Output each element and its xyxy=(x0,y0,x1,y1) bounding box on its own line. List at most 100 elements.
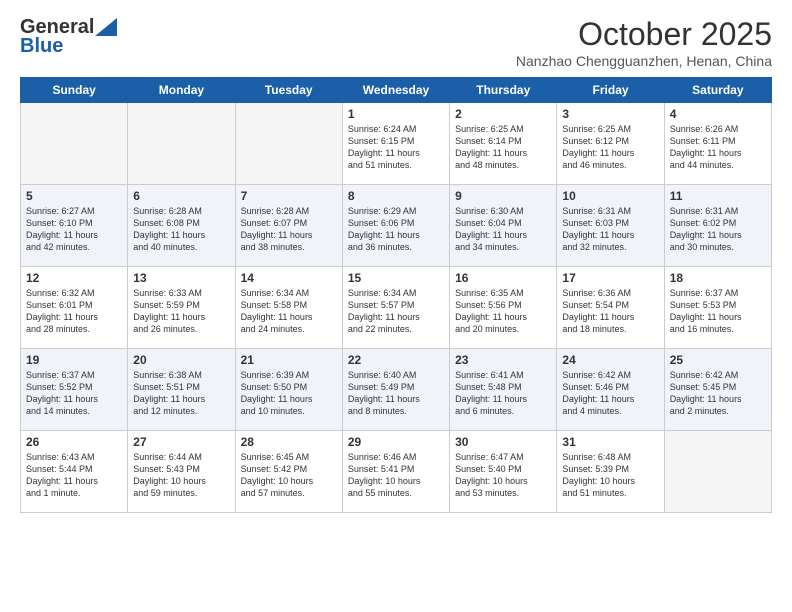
calendar-cell: 13 Sunrise: 6:33 AM Sunset: 5:59 PM Dayli… xyxy=(128,267,235,349)
day-number: 5 xyxy=(26,189,122,203)
calendar-cell: 3 Sunrise: 6:25 AM Sunset: 6:12 PM Daylig… xyxy=(557,103,664,185)
calendar-cell: 14 Sunrise: 6:34 AM Sunset: 5:58 PM Dayli… xyxy=(235,267,342,349)
weekday-thursday: Thursday xyxy=(450,78,557,103)
calendar-cell: 11 Sunrise: 6:31 AM Sunset: 6:02 PM Dayli… xyxy=(664,185,771,267)
calendar-cell: 23 Sunrise: 6:41 AM Sunset: 5:48 PM Dayli… xyxy=(450,349,557,431)
day-number: 17 xyxy=(562,271,658,285)
cell-content: Sunrise: 6:43 AM Sunset: 5:44 PM Dayligh… xyxy=(26,451,122,500)
day-number: 31 xyxy=(562,435,658,449)
weekday-sunday: Sunday xyxy=(21,78,128,103)
day-number: 4 xyxy=(670,107,766,121)
calendar-cell: 21Sunrise: 6:39 AM Sunset: 5:50 PM Dayli… xyxy=(235,349,342,431)
calendar-cell: 28Sunrise: 6:45 AM Sunset: 5:42 PM Dayli… xyxy=(235,431,342,513)
cell-content: Sunrise: 6:25 AM Sunset: 6:14 PM Dayligh… xyxy=(455,123,551,172)
weekday-friday: Friday xyxy=(557,78,664,103)
day-number: 14 xyxy=(241,271,337,285)
cell-content: Sunrise: 6:37 AM Sunset: 5:53 PM Dayligh… xyxy=(670,287,766,336)
day-number: 24 xyxy=(562,353,658,367)
cell-content: Sunrise: 6:30 AM Sunset: 6:04 PM Dayligh… xyxy=(455,205,551,254)
logo-icon xyxy=(95,18,117,36)
cell-content: Sunrise: 6:42 AM Sunset: 5:46 PM Dayligh… xyxy=(562,369,658,418)
calendar-cell: 10Sunrise: 6:31 AM Sunset: 6:03 PM Dayli… xyxy=(557,185,664,267)
day-number: 23 xyxy=(455,353,551,367)
calendar-cell: 19Sunrise: 6:37 AM Sunset: 5:52 PM Dayli… xyxy=(21,349,128,431)
day-number: 3 xyxy=(562,107,658,121)
day-number: 18 xyxy=(670,271,766,285)
day-number: 16 xyxy=(455,271,551,285)
calendar-cell: 31 Sunrise: 6:48 AM Sunset: 5:39 PM Dayli… xyxy=(557,431,664,513)
cell-content: Sunrise: 6:41 AM Sunset: 5:48 PM Dayligh… xyxy=(455,369,551,418)
day-number: 13 xyxy=(133,271,229,285)
calendar-cell: 7 Sunrise: 6:28 AM Sunset: 6:07 PM Daylig… xyxy=(235,185,342,267)
day-number: 11 xyxy=(670,189,766,203)
cell-content: Sunrise: 6:48 AM Sunset: 5:39 PM Dayligh… xyxy=(562,451,658,500)
calendar-week-row: 19Sunrise: 6:37 AM Sunset: 5:52 PM Dayli… xyxy=(21,349,772,431)
calendar-cell: 20Sunrise: 6:38 AM Sunset: 5:51 PM Dayli… xyxy=(128,349,235,431)
cell-content: Sunrise: 6:31 AM Sunset: 6:02 PM Dayligh… xyxy=(670,205,766,254)
calendar-week-row: 26 Sunrise: 6:43 AM Sunset: 5:44 PM Dayli… xyxy=(21,431,772,513)
cell-content: Sunrise: 6:35 AM Sunset: 5:56 PM Dayligh… xyxy=(455,287,551,336)
cell-content: Sunrise: 6:33 AM Sunset: 5:59 PM Dayligh… xyxy=(133,287,229,336)
weekday-monday: Monday xyxy=(128,78,235,103)
cell-content: Sunrise: 6:25 AM Sunset: 6:12 PM Dayligh… xyxy=(562,123,658,172)
cell-content: Sunrise: 6:42 AM Sunset: 5:45 PM Dayligh… xyxy=(670,369,766,418)
calendar-cell: 18 Sunrise: 6:37 AM Sunset: 5:53 PM Dayli… xyxy=(664,267,771,349)
cell-content: Sunrise: 6:29 AM Sunset: 6:06 PM Dayligh… xyxy=(348,205,444,254)
day-number: 9 xyxy=(455,189,551,203)
cell-content: Sunrise: 6:34 AM Sunset: 5:58 PM Dayligh… xyxy=(241,287,337,336)
day-number: 22 xyxy=(348,353,444,367)
day-number: 2 xyxy=(455,107,551,121)
calendar-cell xyxy=(235,103,342,185)
cell-content: Sunrise: 6:37 AM Sunset: 5:52 PM Dayligh… xyxy=(26,369,122,418)
cell-content: Sunrise: 6:44 AM Sunset: 5:43 PM Dayligh… xyxy=(133,451,229,500)
logo: General Blue xyxy=(20,16,117,58)
day-number: 29 xyxy=(348,435,444,449)
day-number: 28 xyxy=(241,435,337,449)
calendar-cell: 30Sunrise: 6:47 AM Sunset: 5:40 PM Dayli… xyxy=(450,431,557,513)
calendar-cell: 24 Sunrise: 6:42 AM Sunset: 5:46 PM Dayli… xyxy=(557,349,664,431)
page-container: General Blue October 2025 Nanzhao Chengg… xyxy=(0,0,792,523)
cell-content: Sunrise: 6:32 AM Sunset: 6:01 PM Dayligh… xyxy=(26,287,122,336)
calendar-week-row: 1Sunrise: 6:24 AM Sunset: 6:15 PM Daylig… xyxy=(21,103,772,185)
cell-content: Sunrise: 6:38 AM Sunset: 5:51 PM Dayligh… xyxy=(133,369,229,418)
calendar-cell: 15 Sunrise: 6:34 AM Sunset: 5:57 PM Dayli… xyxy=(342,267,449,349)
calendar-cell: 5 Sunrise: 6:27 AM Sunset: 6:10 PM Daylig… xyxy=(21,185,128,267)
calendar-cell: 17 Sunrise: 6:36 AM Sunset: 5:54 PM Dayli… xyxy=(557,267,664,349)
day-number: 21 xyxy=(241,353,337,367)
calendar-cell: 6 Sunrise: 6:28 AM Sunset: 6:08 PM Daylig… xyxy=(128,185,235,267)
calendar-cell: 4 Sunrise: 6:26 AM Sunset: 6:11 PM Daylig… xyxy=(664,103,771,185)
day-number: 12 xyxy=(26,271,122,285)
calendar-cell: 12 Sunrise: 6:32 AM Sunset: 6:01 PM Dayli… xyxy=(21,267,128,349)
cell-content: Sunrise: 6:27 AM Sunset: 6:10 PM Dayligh… xyxy=(26,205,122,254)
day-number: 1 xyxy=(348,107,444,121)
calendar-table: SundayMondayTuesdayWednesdayThursdayFrid… xyxy=(20,77,772,513)
calendar-cell xyxy=(664,431,771,513)
cell-content: Sunrise: 6:36 AM Sunset: 5:54 PM Dayligh… xyxy=(562,287,658,336)
calendar-cell: 26 Sunrise: 6:43 AM Sunset: 5:44 PM Dayli… xyxy=(21,431,128,513)
day-number: 30 xyxy=(455,435,551,449)
day-number: 27 xyxy=(133,435,229,449)
title-block: October 2025 Nanzhao Chengguanzhen, Hena… xyxy=(516,16,772,69)
cell-content: Sunrise: 6:28 AM Sunset: 6:08 PM Dayligh… xyxy=(133,205,229,254)
day-number: 15 xyxy=(348,271,444,285)
weekday-saturday: Saturday xyxy=(664,78,771,103)
header: General Blue October 2025 Nanzhao Chengg… xyxy=(20,16,772,69)
day-number: 6 xyxy=(133,189,229,203)
calendar-cell: 2 Sunrise: 6:25 AM Sunset: 6:14 PM Daylig… xyxy=(450,103,557,185)
calendar-week-row: 5 Sunrise: 6:27 AM Sunset: 6:10 PM Daylig… xyxy=(21,185,772,267)
day-number: 26 xyxy=(26,435,122,449)
cell-content: Sunrise: 6:26 AM Sunset: 6:11 PM Dayligh… xyxy=(670,123,766,172)
weekday-wednesday: Wednesday xyxy=(342,78,449,103)
cell-content: Sunrise: 6:34 AM Sunset: 5:57 PM Dayligh… xyxy=(348,287,444,336)
calendar-cell: 1Sunrise: 6:24 AM Sunset: 6:15 PM Daylig… xyxy=(342,103,449,185)
day-number: 7 xyxy=(241,189,337,203)
cell-content: Sunrise: 6:40 AM Sunset: 5:49 PM Dayligh… xyxy=(348,369,444,418)
calendar-cell: 29Sunrise: 6:46 AM Sunset: 5:41 PM Dayli… xyxy=(342,431,449,513)
day-number: 8 xyxy=(348,189,444,203)
calendar-cell xyxy=(21,103,128,185)
calendar-cell xyxy=(128,103,235,185)
weekday-header-row: SundayMondayTuesdayWednesdayThursdayFrid… xyxy=(21,78,772,103)
cell-content: Sunrise: 6:28 AM Sunset: 6:07 PM Dayligh… xyxy=(241,205,337,254)
calendar-cell: 8 Sunrise: 6:29 AM Sunset: 6:06 PM Daylig… xyxy=(342,185,449,267)
month-title: October 2025 xyxy=(516,16,772,53)
